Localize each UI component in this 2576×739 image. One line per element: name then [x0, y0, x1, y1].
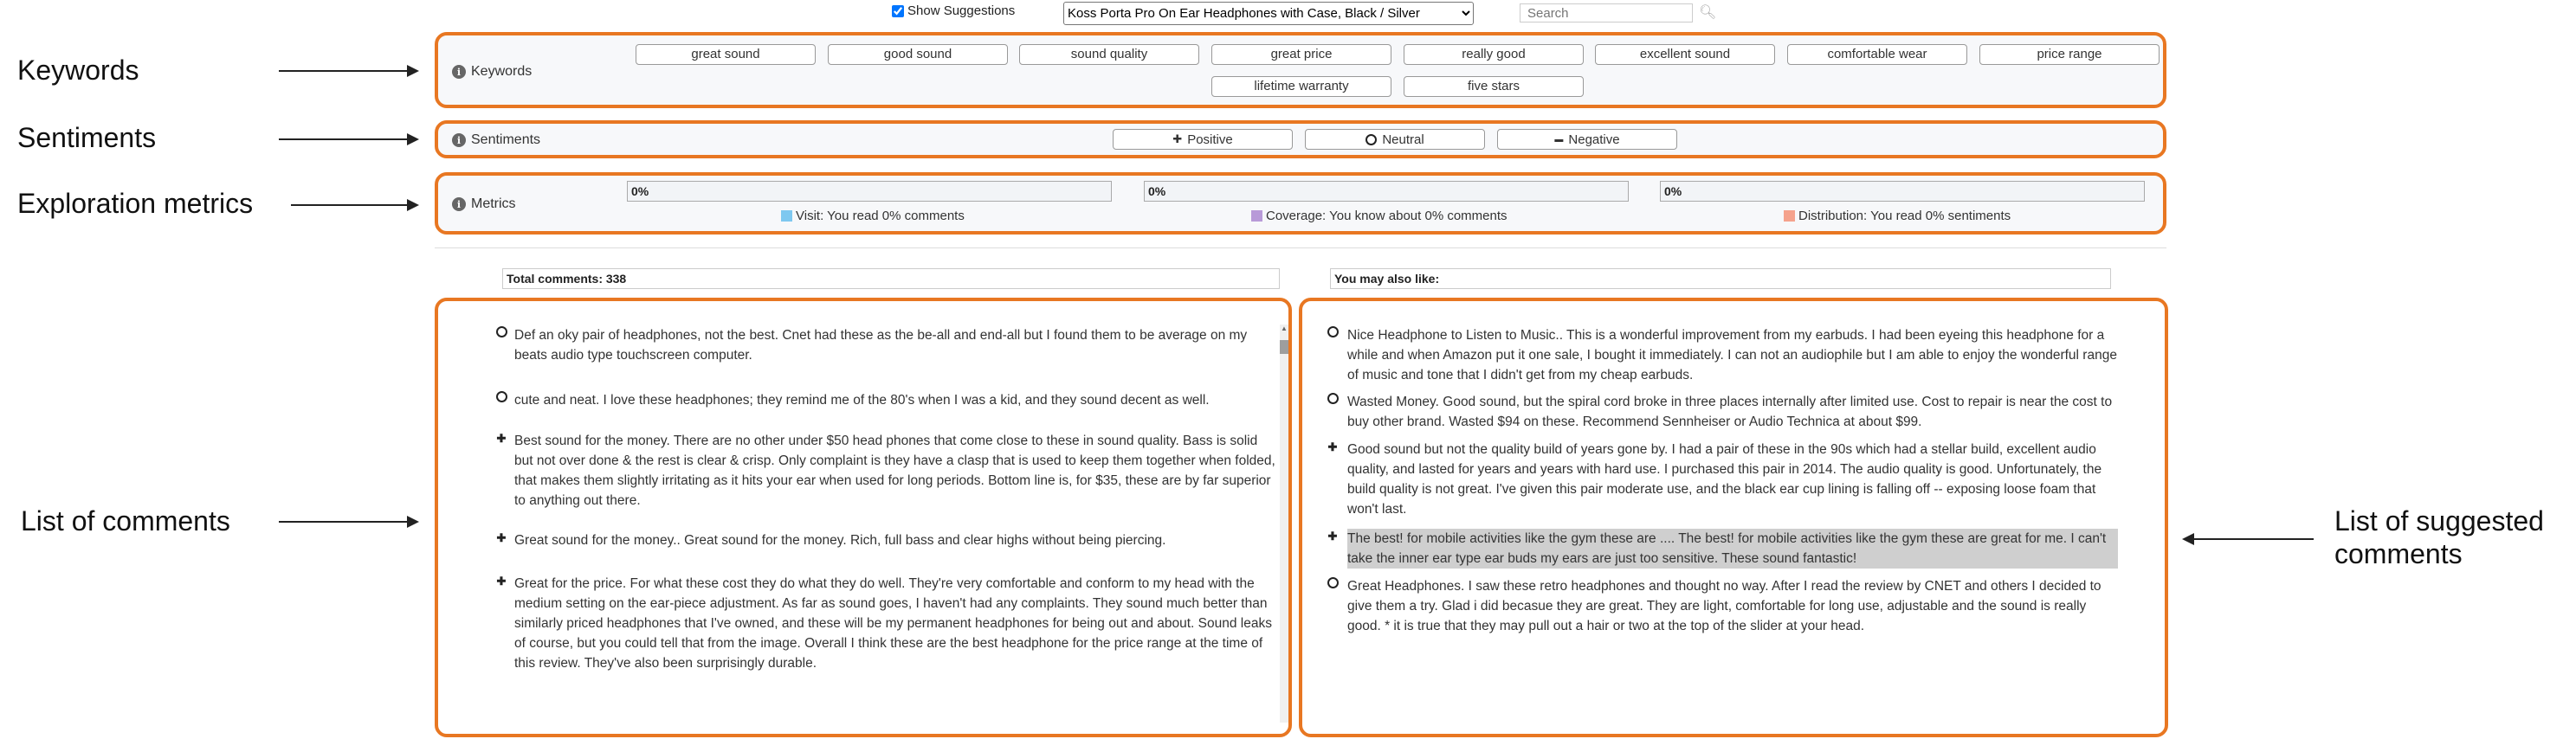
plus-icon: ✚ — [1172, 132, 1183, 145]
arrow-exploration — [291, 199, 419, 211]
circle-glyph — [495, 326, 507, 337]
metric-caption-text: Distribution: You read 0% sentiments — [1798, 209, 2011, 223]
metrics-panel: i Metrics 0% Visit: You read 0% comments 0… — [435, 172, 2166, 235]
section-divider — [435, 247, 2166, 248]
suggestions-header: You may also like: — [1330, 268, 2111, 289]
neutral-circle-icon — [1327, 393, 1339, 408]
annotation-keywords: Keywords — [17, 55, 139, 86]
top-bar: Show Suggestions Koss Porta Pro On Ear H… — [0, 0, 2576, 26]
minus-icon: ▬ — [1554, 134, 1564, 145]
metric-caption: Distribution: You read 0% sentiments — [1784, 209, 2011, 223]
keyword-button[interactable]: comfortable wear — [1787, 44, 1967, 65]
neutral-circle-icon — [1327, 577, 1339, 593]
annotation-list-suggested: List of suggested comments — [2334, 505, 2544, 570]
annotation-sentiments: Sentiments — [17, 122, 157, 153]
metric-value: 0% — [631, 184, 649, 198]
neutral-circle-icon — [495, 391, 507, 407]
metrics-panel-label: Metrics — [471, 196, 516, 211]
metrics-panel-header: i Metrics — [452, 196, 516, 212]
comment-item[interactable]: Def an oky pair of headphones, not the b… — [514, 325, 1276, 365]
search-icon[interactable]: 🔍︎ — [1699, 3, 1716, 21]
comment-item[interactable]: Great for the price. For what these cost… — [514, 574, 1276, 673]
circle-glyph — [495, 391, 507, 402]
show-suggestions-toggle[interactable]: Show Suggestions — [892, 3, 1015, 18]
total-comments-header: Total comments: 338 — [502, 268, 1280, 289]
search-input[interactable] — [1520, 3, 1693, 22]
sentiment-button-positive[interactable]: ✚ Positive — [1113, 129, 1293, 150]
suggested-comment-item[interactable]: The best! for mobile activities like the… — [1347, 529, 2118, 569]
sentiment-button-negative[interactable]: ▬ Negative — [1497, 129, 1677, 150]
show-suggestions-checkbox[interactable] — [892, 4, 904, 17]
metric-progress-bar: 0% — [1144, 181, 1629, 202]
keywords-panel-label: Keywords — [471, 64, 533, 79]
keyword-button[interactable]: lifetime warranty — [1211, 76, 1391, 97]
arrow-list-comments — [279, 516, 419, 528]
suggested-comment-item[interactable]: Good sound but not the quality build of … — [1347, 440, 2118, 519]
metric-legend-swatch — [1251, 210, 1262, 222]
keyword-button[interactable]: great sound — [636, 44, 816, 65]
keyword-button[interactable]: sound quality — [1019, 44, 1199, 65]
suggestions-list-panel: Nice Headphone to Listen to Music.. This… — [1299, 298, 2168, 737]
keyword-button[interactable]: great price — [1211, 44, 1391, 65]
neutral-circle-icon — [495, 326, 507, 342]
sentiment-label: Negative — [1568, 132, 1620, 147]
arrow-keywords — [279, 65, 419, 77]
positive-plus-icon: ✚ — [496, 531, 507, 544]
metric-caption-text: Visit: You read 0% comments — [796, 209, 965, 223]
metric-caption: Visit: You read 0% comments — [781, 209, 965, 223]
keywords-panel-header: i Keywords — [452, 64, 532, 80]
sentiment-label: Positive — [1187, 132, 1233, 147]
info-icon[interactable]: i — [452, 133, 466, 147]
comments-scroll-thumb[interactable] — [1280, 340, 1288, 354]
metric-progress-bar: 0% — [1660, 181, 2145, 202]
metric-caption: Coverage: You know about 0% comments — [1251, 209, 1508, 223]
positive-plus-icon: ✚ — [1327, 440, 1338, 453]
suggested-comment-item[interactable]: Wasted Money. Good sound, but the spiral… — [1347, 392, 2118, 432]
suggested-comment-item[interactable]: Great Headphones. I saw these retro head… — [1347, 576, 2118, 636]
metric-legend-swatch — [781, 210, 792, 222]
keyword-button[interactable]: excellent sound — [1595, 44, 1775, 65]
circle-icon — [1365, 133, 1378, 145]
scroll-up-icon[interactable]: ▲ — [1280, 325, 1288, 335]
circle-glyph — [1327, 577, 1339, 588]
info-icon[interactable]: i — [452, 197, 466, 211]
sentiments-panel: i Sentiments ✚ Positive Neutral ▬ Negative — [435, 120, 2166, 158]
arrow-list-suggested — [2182, 533, 2314, 545]
keyword-button[interactable]: really good — [1404, 44, 1584, 65]
comments-list-panel: Def an oky pair of headphones, not the b… — [435, 298, 1292, 737]
metric-value: 0% — [1148, 184, 1166, 198]
metric-value: 0% — [1664, 184, 1682, 198]
positive-plus-icon: ✚ — [1327, 530, 1338, 543]
keyword-button[interactable]: good sound — [828, 44, 1008, 65]
metric-caption-text: Coverage: You know about 0% comments — [1266, 209, 1508, 223]
neutral-circle-icon — [1327, 326, 1339, 342]
info-icon[interactable]: i — [452, 65, 466, 79]
metric-legend-swatch — [1784, 210, 1795, 222]
keywords-panel: i Keywords great sound good sound sound qu… — [435, 32, 2166, 108]
comments-scrollbar[interactable] — [1280, 325, 1288, 723]
metric-progress-bar: 0% — [627, 181, 1112, 202]
show-suggestions-label: Show Suggestions — [907, 3, 1016, 18]
annotation-exploration: Exploration metrics — [17, 188, 254, 219]
sentiments-panel-label: Sentiments — [471, 132, 541, 147]
arrow-sentiments — [279, 133, 419, 145]
comment-item[interactable]: Best sound for the money. There are no o… — [514, 431, 1276, 511]
suggested-comment-item[interactable]: Nice Headphone to Listen to Music.. This… — [1347, 325, 2118, 385]
positive-plus-icon: ✚ — [496, 575, 507, 588]
comment-item[interactable]: Great sound for the money.. Great sound … — [514, 530, 1276, 550]
sentiments-panel-header: i Sentiments — [452, 132, 540, 148]
keyword-button[interactable]: five stars — [1404, 76, 1584, 97]
annotation-list-comments: List of comments — [21, 505, 230, 537]
comment-item[interactable]: cute and neat. I love these headphones; … — [514, 390, 1276, 410]
sentiment-label: Neutral — [1382, 132, 1424, 147]
circle-glyph — [1327, 393, 1339, 404]
positive-plus-icon: ✚ — [496, 432, 507, 445]
keyword-button[interactable]: price range — [1979, 44, 2160, 65]
circle-glyph — [1327, 326, 1339, 337]
product-select[interactable]: Koss Porta Pro On Ear Headphones with Ca… — [1063, 2, 1474, 25]
sentiment-button-neutral[interactable]: Neutral — [1305, 129, 1485, 150]
